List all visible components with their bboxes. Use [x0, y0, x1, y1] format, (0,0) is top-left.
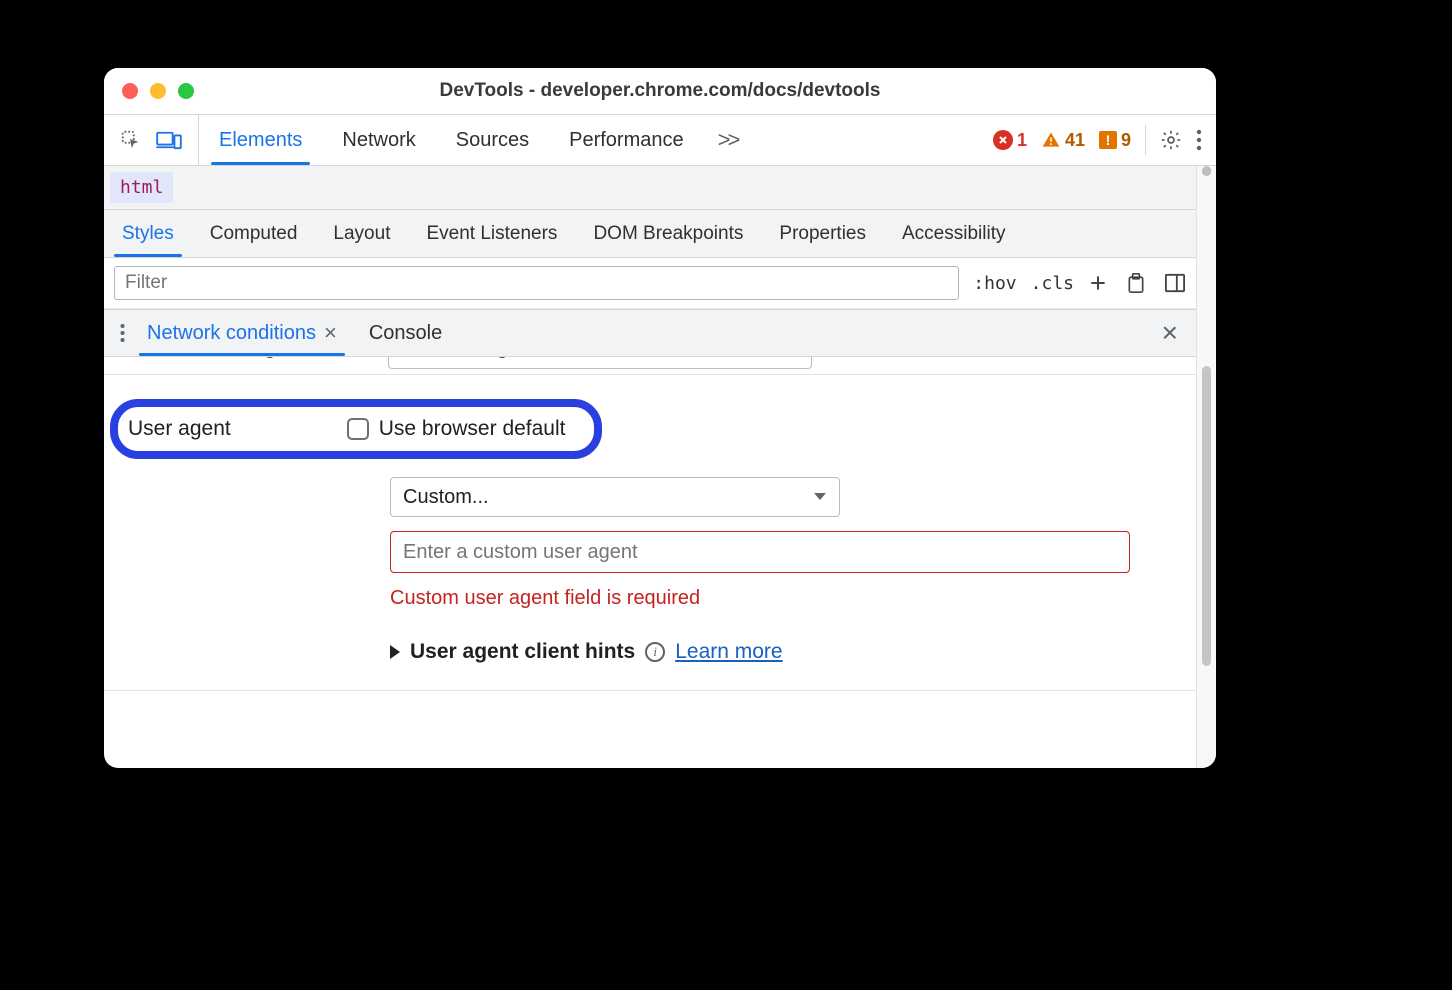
- drawer-tab-console[interactable]: Console: [353, 310, 458, 356]
- inspect-icon[interactable]: [120, 129, 142, 151]
- drawer-tab-strip: Network conditions × Console ×: [104, 309, 1196, 357]
- scrollbar-thumb[interactable]: [1202, 366, 1211, 666]
- titlebar: DevTools - developer.chrome.com/docs/dev…: [104, 68, 1216, 114]
- tab-elements[interactable]: Elements: [199, 115, 322, 165]
- tab-label: Elements: [219, 129, 302, 152]
- tab-performance[interactable]: Performance: [549, 115, 704, 165]
- tab-label: Performance: [569, 129, 684, 152]
- subtab-computed[interactable]: Computed: [192, 210, 316, 257]
- drawer-menu-icon[interactable]: [114, 323, 131, 343]
- user-agent-error-message: Custom user agent field is required: [390, 587, 1184, 610]
- custom-user-agent-input[interactable]: [390, 531, 1130, 573]
- throttling-label: Network throttling: [120, 357, 276, 360]
- drawer-tab-label: Console: [369, 322, 442, 345]
- network-throttling-row-clipped: Network throttling No throttling: [104, 357, 1196, 375]
- breadcrumb-html[interactable]: html: [110, 172, 173, 203]
- warning-count-badge[interactable]: 41: [1041, 130, 1085, 151]
- user-agent-client-hints-row[interactable]: User agent client hints i Learn more: [390, 640, 1184, 664]
- subtab-properties[interactable]: Properties: [761, 210, 884, 257]
- warning-count: 41: [1065, 130, 1085, 151]
- issue-count-badge[interactable]: ! 9: [1099, 130, 1131, 151]
- learn-more-link[interactable]: Learn more: [675, 640, 782, 664]
- breadcrumb-bar: html: [104, 166, 1196, 210]
- user-agent-select[interactable]: Custom...: [390, 477, 840, 517]
- toggle-sidebar-icon[interactable]: [1164, 273, 1186, 293]
- error-count: 1: [1017, 130, 1027, 151]
- subtab-accessibility[interactable]: Accessibility: [884, 210, 1023, 257]
- client-hints-label: User agent client hints: [410, 640, 635, 664]
- window-minimize-button[interactable]: [150, 83, 166, 99]
- styles-filter-input[interactable]: [114, 266, 959, 300]
- user-agent-select-value: Custom...: [403, 486, 489, 509]
- tab-sources[interactable]: Sources: [436, 115, 549, 165]
- vertical-scrollbar[interactable]: [1196, 166, 1216, 768]
- main-tab-strip: Elements Network Sources Performance >> …: [104, 114, 1216, 166]
- kebab-menu-icon[interactable]: [1196, 129, 1202, 151]
- styles-toolbar: :hov .cls: [104, 258, 1196, 309]
- tab-network[interactable]: Network: [322, 115, 435, 165]
- device-toolbar-icon[interactable]: [156, 130, 182, 150]
- styles-subtabs: Styles Computed Layout Event Listeners D…: [104, 210, 1196, 258]
- network-conditions-panel: Network throttling No throttling User ag…: [104, 357, 1196, 691]
- drawer-close-icon[interactable]: ×: [1144, 317, 1196, 349]
- settings-gear-icon[interactable]: [1160, 129, 1182, 151]
- warning-icon: [1041, 130, 1061, 150]
- user-agent-section: User agent Use browser default Custom...: [104, 375, 1196, 691]
- subtab-layout[interactable]: Layout: [315, 210, 408, 257]
- tab-label: Sources: [456, 129, 529, 152]
- new-style-rule-icon[interactable]: [1088, 273, 1108, 293]
- user-agent-highlight: User agent Use browser default: [110, 399, 602, 459]
- expand-triangle-icon: [390, 645, 400, 659]
- subtab-event-listeners[interactable]: Event Listeners: [408, 210, 575, 257]
- drawer-tab-network-conditions[interactable]: Network conditions ×: [131, 310, 353, 356]
- user-agent-label: User agent: [124, 417, 231, 441]
- window-close-button[interactable]: [122, 83, 138, 99]
- error-count-badge[interactable]: 1: [993, 130, 1027, 151]
- window-title: DevTools - developer.chrome.com/docs/dev…: [104, 80, 1216, 102]
- subtab-styles[interactable]: Styles: [104, 210, 192, 257]
- close-tab-icon[interactable]: ×: [324, 322, 337, 344]
- window-zoom-button[interactable]: [178, 83, 194, 99]
- error-icon: [993, 130, 1013, 150]
- throttling-value: No throttling: [400, 357, 508, 360]
- use-browser-default-checkbox[interactable]: [347, 418, 369, 440]
- devtools-window: DevTools - developer.chrome.com/docs/dev…: [104, 68, 1216, 768]
- issue-count: 9: [1121, 130, 1131, 151]
- hov-toggle[interactable]: :hov: [973, 273, 1016, 294]
- drawer-tab-label: Network conditions: [147, 322, 316, 345]
- traffic-lights: [122, 83, 194, 99]
- chevron-down-icon: [813, 492, 827, 502]
- computed-styles-icon[interactable]: [1126, 272, 1146, 294]
- use-browser-default-label: Use browser default: [379, 417, 566, 441]
- issue-icon: !: [1099, 131, 1117, 149]
- tabs-overflow-icon[interactable]: >>: [704, 115, 752, 165]
- scrollbar-top-marker: [1202, 166, 1211, 176]
- subtab-dom-breakpoints[interactable]: DOM Breakpoints: [575, 210, 761, 257]
- tab-label: Network: [342, 129, 415, 152]
- cls-toggle[interactable]: .cls: [1031, 273, 1074, 294]
- divider: [1145, 125, 1146, 155]
- info-icon[interactable]: i: [645, 642, 665, 662]
- chevron-double-right-icon: >>: [718, 127, 738, 153]
